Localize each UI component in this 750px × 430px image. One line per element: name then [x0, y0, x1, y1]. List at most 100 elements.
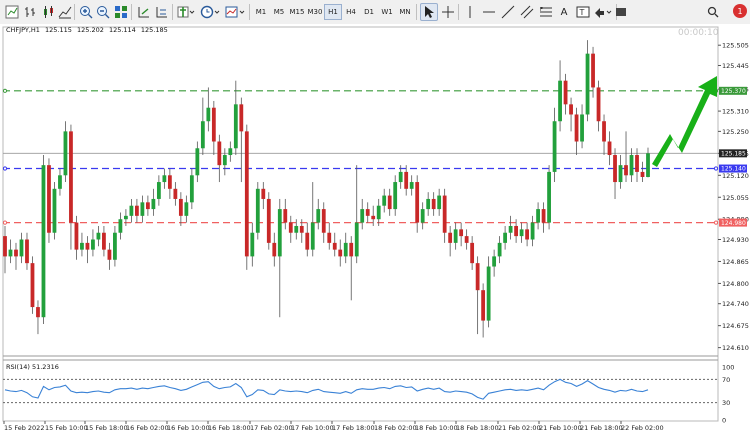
price-tick-label: 124.675 — [722, 322, 749, 330]
red-level-handle — [2, 220, 8, 225]
rsi-label: RSI(14) 51.2316 — [6, 363, 59, 371]
blue-level-handle-right — [713, 166, 719, 171]
candle-body — [47, 165, 51, 233]
time-tick-label: 22 Feb 02:00 — [621, 424, 664, 430]
price-chart[interactable]: 10070300 125.505125.445125.375125.310125… — [0, 24, 750, 430]
candle-chart-icon[interactable] — [39, 3, 57, 21]
indicators-icon[interactable] — [176, 3, 196, 21]
candle-body — [74, 222, 79, 250]
candle-body — [398, 171, 403, 183]
text-tool-icon[interactable]: A — [555, 3, 573, 21]
candle-body — [338, 249, 343, 257]
candle-body — [497, 242, 502, 257]
timeframe-m30[interactable]: M30 — [306, 4, 324, 20]
price-tick-label: 124.800 — [722, 280, 749, 288]
candle-body — [360, 209, 365, 223]
bar-chart-icon[interactable] — [22, 3, 40, 21]
candle-body — [41, 165, 46, 318]
candle-body — [536, 209, 540, 223]
price-tick-label: 125.505 — [722, 42, 749, 50]
candle-body — [58, 175, 62, 189]
rsi-scale-label: 0 — [722, 417, 726, 425]
price-tick-label: 125.055 — [722, 194, 749, 202]
blue-level-handle — [2, 166, 8, 171]
chart-window[interactable]: 10070300 125.505125.445125.375125.310125… — [0, 24, 750, 430]
candle-body — [91, 239, 95, 250]
timeframe-h1[interactable]: H1 — [324, 4, 342, 20]
timeframe-m5[interactable]: M5 — [270, 4, 288, 20]
candle-body — [519, 229, 524, 237]
candle-body — [14, 249, 18, 257]
candle-body — [211, 107, 216, 142]
candle-body — [178, 198, 183, 216]
candle-body — [30, 263, 35, 308]
green-level-label: 125.370 — [721, 88, 746, 95]
zoom-in-icon[interactable] — [77, 3, 95, 21]
candle-body — [167, 175, 172, 189]
time-tick-label: 17 Feb 10:00 — [291, 424, 334, 430]
candle-body — [618, 165, 623, 183]
tile-windows-icon[interactable] — [112, 3, 130, 21]
candle-body — [206, 107, 211, 122]
timeframe-w1[interactable]: W1 — [378, 4, 396, 20]
candle-body — [294, 225, 299, 233]
symbol-header: CHFJPY,H1 125.115 125.202 125.114 125.18… — [6, 26, 168, 34]
chart-shift-icon[interactable] — [153, 3, 171, 21]
candle-body — [151, 198, 156, 210]
text-label-icon[interactable]: T — [574, 3, 592, 21]
candle-body — [195, 148, 200, 176]
candle-body — [475, 263, 480, 291]
time-tick-label: 17 Feb 18:00 — [332, 424, 375, 430]
crosshair-icon[interactable] — [439, 3, 457, 21]
price-tick-label: 125.120 — [722, 172, 749, 180]
timeframe-d1[interactable]: D1 — [360, 4, 378, 20]
zoom-out-icon[interactable] — [94, 3, 112, 21]
candle-body — [371, 215, 376, 220]
candle-body — [470, 242, 475, 264]
candle-body — [118, 219, 123, 233]
timeframe-m15[interactable]: M15 — [288, 4, 306, 20]
search-icon[interactable] — [706, 3, 720, 21]
templates-icon[interactable] — [224, 3, 246, 21]
candle-body — [404, 171, 409, 189]
fibonacci-icon[interactable]: F — [537, 3, 555, 21]
candle-body — [459, 229, 464, 237]
time-tick-label: 17 Feb 02:00 — [250, 424, 293, 430]
red-level-label: 124.980 — [721, 220, 746, 227]
screenshot-icon[interactable] — [614, 3, 628, 21]
candle-body — [239, 104, 244, 132]
vertical-line-icon[interactable] — [461, 3, 479, 21]
candle-body — [299, 225, 304, 233]
trendline-icon[interactable] — [499, 3, 517, 21]
price-tick-label: 125.250 — [722, 128, 749, 136]
candle-body — [233, 104, 238, 149]
candle-body — [624, 165, 628, 176]
candle-body — [409, 182, 414, 189]
channel-icon[interactable] — [518, 3, 536, 21]
candle-body — [453, 229, 458, 243]
autoscroll-icon[interactable] — [135, 3, 153, 21]
candle-body — [222, 155, 227, 166]
cursor-icon[interactable] — [420, 3, 438, 21]
horizontal-line-icon[interactable] — [480, 3, 498, 21]
line-chart-icon[interactable] — [56, 3, 74, 21]
candle-body — [585, 53, 590, 115]
periods-icon[interactable] — [199, 3, 221, 21]
time-tick-label: 15 Feb 10:00 — [45, 424, 88, 430]
notification-badge[interactable]: 1 — [733, 4, 747, 18]
time-tick-label: 16 Feb 02:00 — [126, 424, 169, 430]
time-tick-label: 21 Feb 18:00 — [580, 424, 623, 430]
candle-body — [442, 195, 447, 233]
arrows-tool-icon[interactable] — [592, 3, 614, 21]
timeframe-h4[interactable]: H4 — [342, 4, 360, 20]
candle-body — [464, 236, 469, 243]
candle-body — [310, 222, 315, 250]
candle-body — [244, 131, 249, 257]
candle-body — [591, 53, 595, 88]
timeframe-mn[interactable]: MN — [396, 4, 414, 20]
candle-body — [646, 153, 650, 177]
candle-body — [69, 131, 73, 223]
timeframe-m1[interactable]: M1 — [252, 4, 270, 20]
new-chart-icon[interactable] — [3, 3, 21, 21]
rsi-scale-label: 30 — [722, 399, 730, 407]
